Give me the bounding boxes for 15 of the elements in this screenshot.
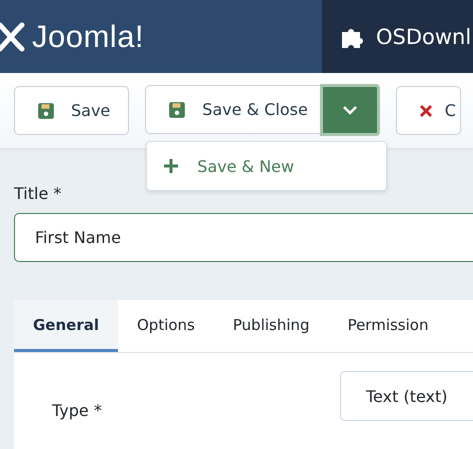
dropdown-toggle[interactable] (320, 84, 380, 136)
plus-icon (163, 158, 180, 174)
chevron-down-icon (342, 104, 358, 115)
save-and-close-button[interactable]: Save & Close (145, 85, 320, 134)
save-and-new-item[interactable]: Save & New (147, 156, 294, 176)
title-label: Title * (14, 184, 62, 203)
close-icon (418, 104, 433, 118)
cancel-button[interactable]: C (396, 86, 461, 135)
title-input[interactable]: First Name (14, 213, 473, 262)
type-select[interactable]: Text (text) (340, 371, 473, 421)
type-label: Type * (52, 401, 103, 420)
save-button[interactable]: Save (14, 86, 130, 135)
tab[interactable]: General (14, 300, 118, 352)
joomla-brand-text: Joomla! (32, 18, 144, 54)
component-title: OSDownl (376, 24, 472, 48)
